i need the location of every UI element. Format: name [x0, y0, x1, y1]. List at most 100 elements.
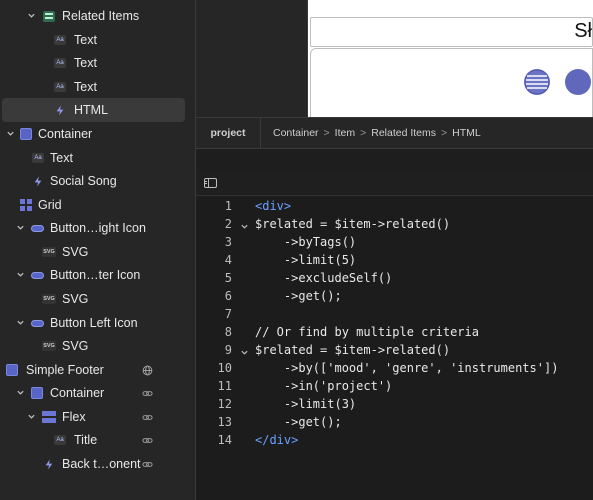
svg-icon: SVG	[42, 247, 56, 257]
layer-text[interactable]: Aa Text	[2, 28, 185, 52]
layer-label: Social Song	[50, 174, 117, 188]
layer-related-items[interactable]: Related Items	[2, 4, 185, 28]
code-text: ->get();	[255, 289, 342, 303]
link-icon[interactable]	[141, 387, 153, 399]
layer-text[interactable]: Aa Text	[2, 75, 185, 99]
chevron-down-icon[interactable]	[16, 270, 25, 279]
layer-text[interactable]: Aa Text	[2, 51, 185, 75]
line-number: 2	[224, 217, 232, 231]
layer-container[interactable]: Container	[2, 122, 185, 146]
code-line: 1 <div>	[196, 197, 593, 215]
chevron-down-icon[interactable]	[27, 11, 36, 20]
svg-icon: SVG	[42, 294, 56, 304]
code-editor[interactable]: 1 <div> 2 $related = $item->related() 3 …	[196, 196, 593, 500]
layer-button-left-icon[interactable]: Button Left Icon	[2, 311, 185, 335]
preview-gutter	[196, 0, 308, 117]
button-icon	[30, 268, 44, 282]
code-line: 7	[196, 305, 593, 323]
layer-label: Back t…onent	[62, 457, 141, 471]
chevron-down-icon[interactable]	[16, 388, 25, 397]
layers-sidebar: Related Items Aa Text Aa Text Aa Text HT…	[0, 0, 196, 500]
circle-icon[interactable]	[565, 69, 591, 95]
layer-label: Container	[50, 386, 105, 400]
list-icon	[42, 9, 56, 23]
layer-svg[interactable]: SVG SVG	[2, 287, 185, 311]
code-text: ->limit(3)	[255, 397, 357, 411]
line-number: 13	[217, 415, 232, 429]
breadcrumb-bar: project Container > Item > Related Items…	[196, 117, 593, 149]
layer-label: Button…ight Icon	[50, 221, 146, 235]
preview-canvas[interactable]: Sł	[308, 0, 593, 119]
fold-chevron-icon[interactable]	[240, 346, 249, 355]
line-number: 12	[217, 397, 232, 411]
breadcrumb-item[interactable]: HTML	[452, 127, 481, 139]
sidebar-panel-icon[interactable]	[204, 178, 217, 188]
container-icon	[30, 386, 44, 400]
link-icon[interactable]	[141, 434, 153, 446]
container-icon	[19, 127, 33, 141]
preview-heading-block[interactable]: Sł	[310, 17, 593, 47]
line-number: 4	[224, 253, 232, 267]
breadcrumb-item[interactable]: Item	[335, 127, 355, 139]
fold-chevron-icon[interactable]	[240, 220, 249, 229]
chevron-down-icon[interactable]	[27, 412, 36, 421]
layer-svg[interactable]: SVG SVG	[2, 240, 185, 264]
chevron-down-icon[interactable]	[16, 318, 25, 327]
layer-label: Title	[74, 433, 98, 447]
breadcrumb-item[interactable]: Container	[273, 127, 319, 139]
layer-button-right-icon[interactable]: Button…ight Icon	[2, 216, 185, 240]
link-icon[interactable]	[141, 458, 153, 470]
bolt-icon	[42, 457, 56, 471]
layer-label: SVG	[62, 245, 89, 259]
text-icon: Aa	[31, 151, 45, 165]
layer-back-to-component[interactable]: Back t…onent	[2, 452, 185, 476]
layer-label: Grid	[38, 198, 62, 212]
line-number: 14	[217, 433, 232, 447]
layer-social-song[interactable]: Social Song	[2, 169, 185, 193]
layer-title[interactable]: Aa Title	[2, 428, 185, 452]
bolt-icon	[31, 174, 45, 188]
globe-icon[interactable]	[141, 364, 153, 376]
breadcrumb-separator: >	[360, 127, 367, 139]
chevron-down-icon[interactable]	[6, 129, 15, 138]
line-number: 5	[224, 271, 232, 285]
breadcrumb-item[interactable]: Related Items	[371, 127, 436, 139]
layer-label: SVG	[62, 339, 89, 353]
layer-label: Text	[74, 33, 97, 47]
preview-content-block[interactable]	[310, 48, 593, 119]
code-text: $related = $item->related()	[255, 343, 451, 357]
chevron-down-icon[interactable]	[16, 223, 25, 232]
layer-label: Flex	[62, 410, 86, 424]
preview-heading-text: Sł	[574, 20, 592, 42]
svg-icon: SVG	[42, 341, 56, 351]
code-line: 9 $related = $item->related()	[196, 341, 593, 359]
layer-grid[interactable]: Grid	[2, 193, 185, 217]
code-line: 4 ->limit(5)	[196, 251, 593, 269]
canvas-preview: Sł	[196, 0, 593, 119]
layer-text[interactable]: Aa Text	[2, 146, 185, 170]
line-number: 3	[224, 235, 232, 249]
text-icon: Aa	[53, 80, 67, 94]
button-icon	[30, 221, 44, 235]
line-number: 9	[224, 343, 232, 357]
line-number: 1	[224, 199, 232, 213]
layer-label: Button Left Icon	[50, 316, 138, 330]
link-icon[interactable]	[141, 411, 153, 423]
striped-circle-icon[interactable]	[524, 69, 550, 95]
code-line: 2 $related = $item->related()	[196, 215, 593, 233]
layer-html[interactable]: HTML	[2, 98, 185, 122]
layer-button-center-icon[interactable]: Button…ter Icon	[2, 263, 185, 287]
layer-simple-footer[interactable]: Simple Footer	[2, 358, 185, 382]
code-text: </div>	[255, 433, 299, 447]
editor-toolbar	[196, 171, 593, 196]
layer-label: Container	[38, 127, 93, 141]
layer-flex[interactable]: Flex	[2, 405, 185, 429]
container-icon	[5, 363, 19, 377]
code-text: ->by(['mood', 'genre', 'instruments'])	[255, 361, 559, 375]
line-number: 7	[224, 307, 232, 321]
code-text: ->get();	[255, 415, 342, 429]
layer-container[interactable]: Container	[2, 381, 185, 405]
layer-svg[interactable]: SVG SVG	[2, 334, 185, 358]
breadcrumb-separator: >	[441, 127, 448, 139]
tab-project[interactable]: project	[196, 118, 261, 148]
